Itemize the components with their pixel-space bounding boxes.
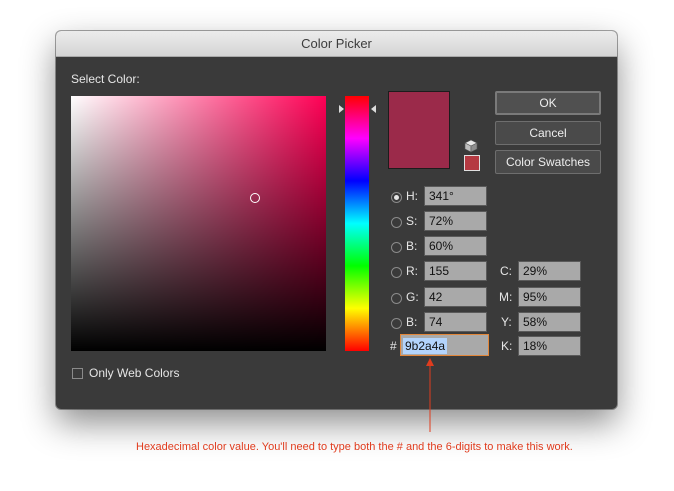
annotation-text: Hexadecimal color value. You'll need to … (136, 441, 573, 453)
annotation-arrow (426, 358, 434, 432)
